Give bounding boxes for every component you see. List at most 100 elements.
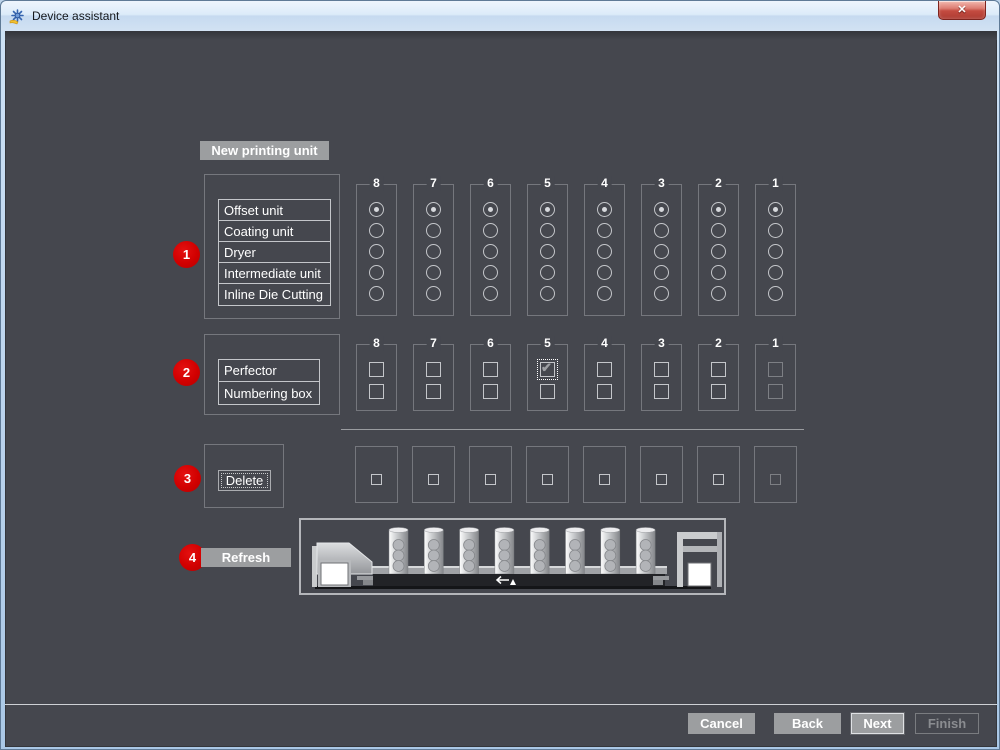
unit-type-radio[interactable] [540, 202, 555, 217]
unit-type-item[interactable]: Inline Die Cutting [219, 284, 330, 305]
delete-checkbox[interactable] [428, 474, 439, 485]
footer-separator [5, 704, 997, 705]
feature-checkbox[interactable] [711, 362, 726, 377]
unit-type-radio[interactable] [597, 265, 612, 280]
unit-type-radio[interactable] [654, 286, 669, 301]
delete-checkbox[interactable] [713, 474, 724, 485]
unit-type-radio[interactable] [369, 244, 384, 259]
column-number-label: 8 [369, 336, 384, 351]
unit-type-radio[interactable] [426, 265, 441, 280]
unit-type-radio[interactable] [426, 202, 441, 217]
unit-type-radio[interactable] [597, 244, 612, 259]
feeder-edge [717, 532, 722, 587]
unit-type-radio[interactable] [540, 244, 555, 259]
step-badge-1: 1 [173, 241, 200, 268]
unit-type-item[interactable]: Offset unit [219, 200, 330, 221]
column-number-label: 3 [654, 176, 669, 191]
feature-item[interactable]: Perfector [219, 360, 319, 382]
unit-type-radio[interactable] [540, 286, 555, 301]
unit-type-radio[interactable] [483, 202, 498, 217]
delete-column [469, 446, 512, 503]
delete-checkbox[interactable] [656, 474, 667, 485]
feature-checkbox[interactable] [540, 362, 555, 377]
unit-type-item[interactable]: Intermediate unit [219, 263, 330, 284]
next-button[interactable]: Next [851, 713, 904, 734]
column-number-label: 8 [369, 176, 384, 191]
feature-checkbox[interactable] [597, 384, 612, 399]
unit-type-radio[interactable] [369, 286, 384, 301]
unit-type-radio[interactable] [711, 244, 726, 259]
delete-checkbox[interactable] [371, 474, 382, 485]
feeder-shelf [683, 546, 722, 552]
unit-type-radio[interactable] [369, 202, 384, 217]
unit-type-radio[interactable] [540, 223, 555, 238]
unit-type-item[interactable]: Dryer [219, 242, 330, 263]
unit-type-radio[interactable] [654, 244, 669, 259]
unit-type-radio[interactable] [711, 223, 726, 238]
unit-type-radio[interactable] [711, 265, 726, 280]
unit-type-radio[interactable] [768, 244, 783, 259]
close-button[interactable]: ✕ [938, 1, 986, 20]
feature-checkbox[interactable] [768, 384, 783, 399]
unit-type-radio[interactable] [369, 265, 384, 280]
unit-type-radio[interactable] [426, 223, 441, 238]
printing-tower [566, 528, 585, 575]
feature-checkbox[interactable] [426, 384, 441, 399]
feature-item[interactable]: Numbering box [219, 382, 319, 404]
feature-checkbox[interactable] [597, 362, 612, 377]
unit-type-radio[interactable] [483, 265, 498, 280]
unit-type-radio[interactable] [483, 223, 498, 238]
unit-type-radio[interactable] [597, 202, 612, 217]
delete-checkbox[interactable] [770, 474, 781, 485]
unit-type-radio[interactable] [540, 265, 555, 280]
unit-type-radio[interactable] [768, 202, 783, 217]
unit-type-radio[interactable] [369, 223, 384, 238]
back-button[interactable]: Back [774, 713, 841, 734]
feature-checkbox[interactable] [483, 362, 498, 377]
printing-tower [495, 528, 514, 575]
feature-checkbox[interactable] [768, 362, 783, 377]
feature-checkbox[interactable] [426, 362, 441, 377]
finish-button[interactable]: Finish [915, 713, 979, 734]
feature-checkbox[interactable] [711, 384, 726, 399]
unit-type-radio[interactable] [483, 244, 498, 259]
feature-checkbox[interactable] [369, 384, 384, 399]
unit-type-radio[interactable] [654, 202, 669, 217]
unit-column-2: 2 [698, 184, 739, 316]
unit-type-radio[interactable] [768, 223, 783, 238]
unit-type-radio[interactable] [711, 202, 726, 217]
column-number-label: 7 [426, 176, 441, 191]
unit-column-4: 4 [584, 184, 625, 316]
unit-type-radio[interactable] [654, 265, 669, 280]
feature-column-4: 4 [584, 344, 625, 411]
refresh-button[interactable]: Refresh [201, 548, 291, 567]
delete-checkbox[interactable] [485, 474, 496, 485]
feature-checkbox[interactable] [654, 362, 669, 377]
column-number-label: 1 [768, 336, 783, 351]
delete-checkbox[interactable] [542, 474, 553, 485]
unit-type-radio[interactable] [483, 286, 498, 301]
feature-checkbox[interactable] [483, 384, 498, 399]
unit-type-radio[interactable] [654, 223, 669, 238]
press-bed-highlight [371, 566, 667, 568]
ground-line [315, 586, 711, 589]
app-icon [9, 8, 26, 25]
feature-checkbox[interactable] [369, 362, 384, 377]
new-printing-unit-button[interactable]: New printing unit [200, 141, 329, 160]
unit-type-radio[interactable] [597, 286, 612, 301]
unit-type-radio[interactable] [768, 265, 783, 280]
feature-column-2: 2 [698, 344, 739, 411]
delete-checkbox[interactable] [599, 474, 610, 485]
cancel-button[interactable]: Cancel [688, 713, 755, 734]
feature-checkbox[interactable] [540, 384, 555, 399]
unit-type-radio[interactable] [426, 244, 441, 259]
unit-type-radio[interactable] [768, 286, 783, 301]
unit-type-item[interactable]: Coating unit [219, 221, 330, 242]
delete-column [412, 446, 455, 503]
delete-button[interactable]: Delete [218, 470, 271, 491]
column-number-label: 4 [597, 336, 612, 351]
unit-type-radio[interactable] [426, 286, 441, 301]
unit-type-radio[interactable] [597, 223, 612, 238]
unit-type-radio[interactable] [711, 286, 726, 301]
feature-checkbox[interactable] [654, 384, 669, 399]
